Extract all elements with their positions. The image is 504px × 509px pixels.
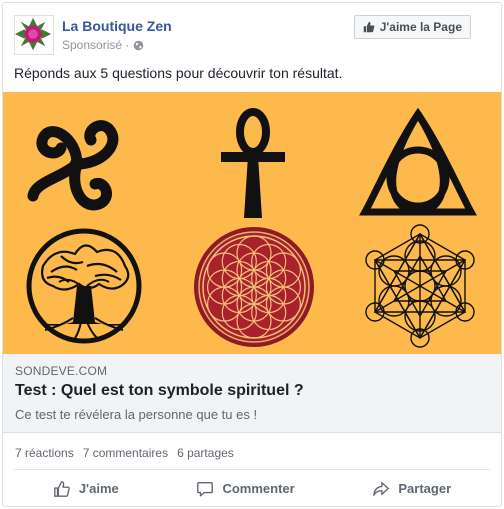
- metatrons-cube-symbol: [365, 224, 475, 348]
- share-icon: [373, 481, 390, 496]
- engagement-counts: 7 réactions 7 commentaires 6 partages: [15, 446, 234, 460]
- avatar-lotus-icon: [15, 17, 52, 51]
- link-domain: SONDEVE.COM: [15, 364, 108, 378]
- post-text: Réponds aux 5 questions pour découvrir t…: [14, 65, 343, 81]
- shares-count[interactable]: 6 partages: [177, 446, 234, 460]
- page-name-link[interactable]: La Boutique Zen: [62, 18, 172, 34]
- link-description: Ce test te révélera la personne que tu e…: [15, 407, 258, 422]
- share-button[interactable]: Partager: [372, 480, 451, 498]
- comment-label: Commenter: [222, 481, 295, 496]
- globe-icon: [134, 40, 144, 50]
- sponsored-post-card: La Boutique Zen Sponsorisé · J'aime la P…: [2, 2, 502, 507]
- link-title[interactable]: Test : Quel est ton symbole spirituel ?: [15, 382, 304, 400]
- page-avatar[interactable]: [14, 15, 54, 55]
- comment-icon: [197, 481, 214, 496]
- post-meta: Sponsorisé ·: [62, 38, 144, 52]
- triquetra-symbol: [359, 108, 477, 216]
- like-page-label: J'aime la Page: [379, 20, 462, 34]
- action-bar: J'aime Commenter Partager: [14, 469, 490, 506]
- flower-of-life-symbol: [194, 227, 314, 347]
- comment-button[interactable]: Commenter: [196, 480, 295, 498]
- reactions-count[interactable]: 7 réactions: [15, 446, 74, 460]
- tree-of-life-symbol: [26, 228, 142, 344]
- sponsored-label[interactable]: Sponsorisé ·: [62, 38, 129, 52]
- post-header: La Boutique Zen Sponsorisé · J'aime la P…: [3, 3, 501, 61]
- like-button[interactable]: J'aime: [53, 480, 119, 498]
- thumbs-up-icon: [363, 21, 375, 33]
- like-page-button[interactable]: J'aime la Page: [353, 15, 471, 39]
- triskelion-symbol: [27, 120, 119, 211]
- link-preview[interactable]: SONDEVE.COM Test : Quel est ton symbole …: [3, 354, 501, 433]
- comments-count[interactable]: 7 commentaires: [83, 446, 168, 460]
- thumbs-up-icon: [53, 480, 70, 497]
- share-label: Partager: [398, 481, 452, 496]
- post-image[interactable]: [3, 92, 501, 354]
- ankh-symbol: [221, 108, 285, 218]
- like-label: J'aime: [78, 481, 119, 496]
